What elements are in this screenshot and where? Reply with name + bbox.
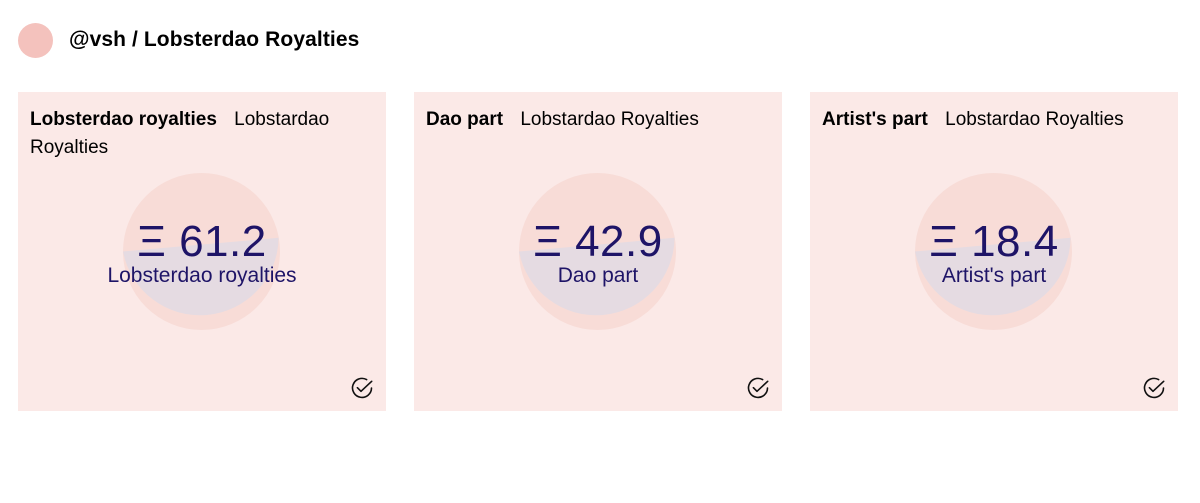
metric: Ξ 18.4 Artist's part <box>810 217 1178 288</box>
card-artists-part[interactable]: Artist's part Lobstardao Royalties Ξ 18.… <box>810 92 1178 411</box>
metric-value: Ξ 61.2 <box>137 217 267 266</box>
check-circle-icon[interactable] <box>1143 377 1165 399</box>
metric-value: Ξ 42.9 <box>533 217 663 266</box>
card-title: Lobsterdao royalties <box>30 109 217 130</box>
metric-label: Artist's part <box>941 264 1047 287</box>
metric-label: Lobsterdao royalties <box>107 264 297 287</box>
card-header: Dao part Lobstardao Royalties <box>426 106 746 134</box>
check-circle-icon[interactable] <box>351 377 373 399</box>
card-subtitle: Lobstardao Royalties <box>520 109 699 130</box>
page-title: @vsh / Lobsterdao Royalties <box>69 28 360 51</box>
card-header: Artist's part Lobstardao Royalties <box>822 106 1142 134</box>
card-dao-part[interactable]: Dao part Lobstardao Royalties Ξ 42.9 Dao… <box>414 92 782 411</box>
check-circle-icon[interactable] <box>747 377 769 399</box>
card-lobsterdao-royalties[interactable]: Lobsterdao royalties Lobstardao Royaltie… <box>18 92 386 411</box>
avatar[interactable] <box>18 22 53 58</box>
metric: Ξ 42.9 Dao part <box>414 217 782 288</box>
page-header: @vsh / Lobsterdao Royalties <box>18 22 359 58</box>
metric-cards: Lobsterdao royalties Lobstardao Royaltie… <box>18 92 1178 411</box>
card-title: Dao part <box>426 109 504 130</box>
metric-value: Ξ 18.4 <box>929 217 1059 266</box>
card-title: Artist's part <box>822 109 928 130</box>
metric: Ξ 61.2 Lobsterdao royalties <box>18 217 386 288</box>
card-header: Lobsterdao royalties Lobstardao Royaltie… <box>30 106 350 162</box>
card-subtitle: Lobstardao Royalties <box>945 109 1124 130</box>
metric-label: Dao part <box>557 264 639 287</box>
